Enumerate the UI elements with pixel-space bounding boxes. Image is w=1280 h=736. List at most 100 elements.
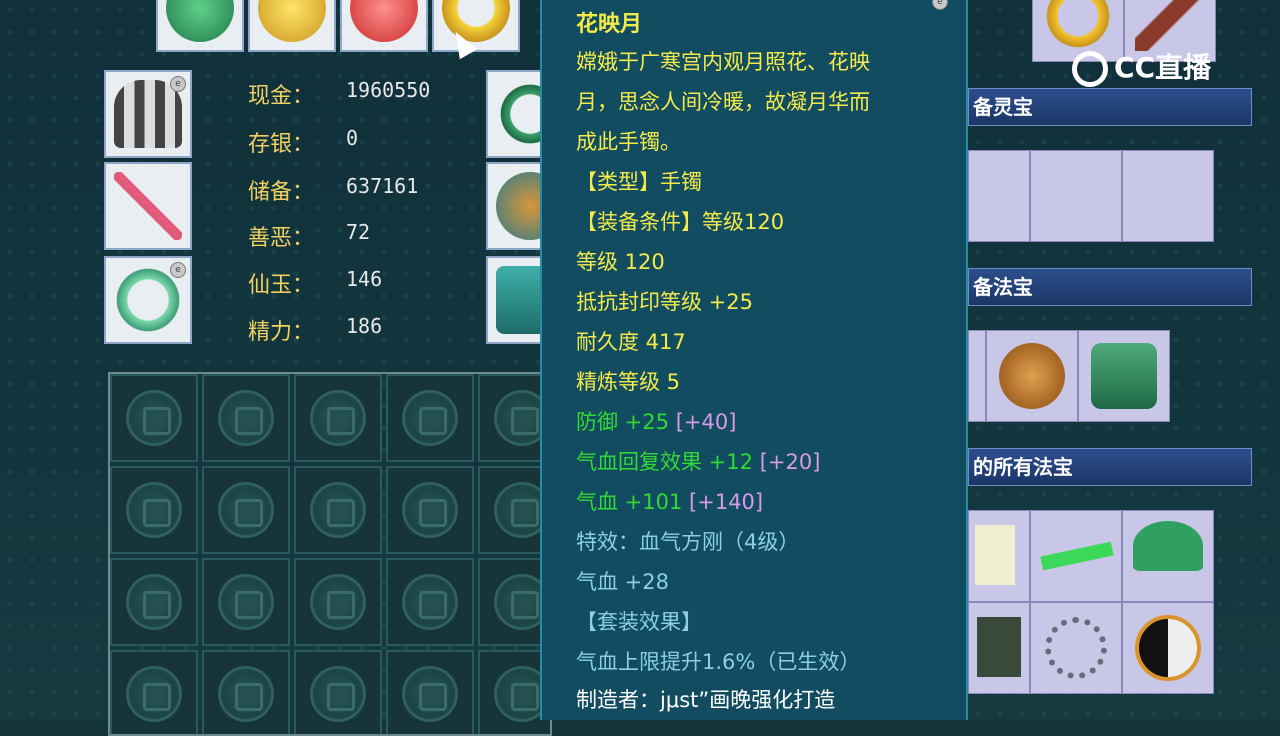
gold-beads-icon [1043, 0, 1113, 51]
bronze-drum-icon [999, 343, 1065, 409]
green-bar-icon [1040, 541, 1114, 571]
empty-slot-icon [310, 482, 366, 538]
all-fabao-slot[interactable] [1030, 602, 1122, 694]
inventory-cell[interactable] [386, 650, 474, 734]
empty-slot-icon [218, 482, 274, 538]
item-type: 【类型】手镯 [576, 170, 702, 194]
yin-yang-scroll-icon [1135, 615, 1201, 681]
empty-slot-icon [402, 666, 458, 722]
stat-value: 146 [346, 267, 383, 291]
fabao-slot[interactable] [968, 330, 986, 422]
fabao-slot[interactable] [986, 330, 1078, 422]
top-item-gold-bracelet[interactable] [432, 0, 520, 52]
item-regen: 气血回复效果 +12 [+20] [576, 446, 820, 476]
item-maker: 制造者：jμst”画晚强化打造 [576, 688, 836, 712]
inventory-cell[interactable] [110, 466, 198, 554]
stat-value: 0 [346, 126, 359, 150]
inventory-cell[interactable] [386, 466, 474, 554]
inventory-cell[interactable] [202, 374, 290, 462]
inventory-cell[interactable] [294, 374, 382, 462]
stat-cash: 现金： 1960550 [248, 78, 431, 109]
stat-reserve: 储备： 637161 [248, 174, 419, 205]
item-durability: 耐久度 417 [576, 330, 686, 354]
fabao-slot[interactable] [1078, 330, 1170, 422]
empty-slot-icon [126, 666, 182, 722]
item-name: 花映月 [576, 12, 643, 37]
inventory-cell[interactable] [386, 558, 474, 646]
empty-slot-icon [402, 574, 458, 630]
jade-bracelet-icon [114, 266, 182, 334]
empty-slot-icon [402, 482, 458, 538]
all-fabao-slot[interactable] [1030, 510, 1122, 602]
equip-slot-bracelet[interactable]: e [104, 256, 192, 344]
banner-all-fabao: 的所有法宝 [968, 448, 1252, 486]
prayer-beads-icon [1045, 617, 1107, 679]
item-desc-line: 嫦娥于广寒宫内观月照花、花映 [576, 50, 870, 74]
hp-value: 气血 +101 [576, 490, 683, 514]
inventory-cell[interactable] [110, 374, 198, 462]
empty-slot-icon [310, 574, 366, 630]
lingbao-slot[interactable] [1030, 150, 1122, 242]
inventory-cell[interactable] [110, 650, 198, 734]
regen-value: 气血回复效果 +12 [576, 450, 753, 474]
inventory-cell[interactable] [110, 558, 198, 646]
cc-logo-icon [1072, 51, 1108, 87]
helmet-icon [114, 80, 182, 148]
set-effect: 气血上限提升1.6%（已生效） [576, 650, 861, 674]
item-tooltip: e 花映月 嫦娥于广寒宫内观月照花、花映 月，思念人间冷暖，故凝月华而 成此手镯… [540, 0, 968, 720]
regen-bonus: [+20] [759, 450, 821, 474]
item-hp: 气血 +101 [+140] [576, 486, 763, 516]
top-item-red-gem[interactable] [340, 0, 428, 52]
stat-jade: 仙玉： 146 [248, 267, 383, 298]
inventory-cell[interactable] [294, 466, 382, 554]
empty-slot-icon [126, 482, 182, 538]
inventory-cell[interactable] [386, 374, 474, 462]
green-jade-icon [166, 0, 234, 42]
empty-slot-icon [218, 574, 274, 630]
empty-slot-icon [218, 666, 274, 722]
equip-slot-weapon[interactable] [104, 162, 192, 250]
inventory-cell[interactable] [202, 466, 290, 554]
item-hp2: 气血 +28 [576, 570, 669, 594]
empty-slot-icon [402, 390, 458, 446]
green-umbrella-icon [1133, 521, 1203, 571]
banner-lingbao: 备灵宝 [968, 88, 1252, 126]
empty-slot-icon [310, 390, 366, 446]
item-desc-line: 成此手镯。 [576, 130, 681, 154]
lingbao-slot[interactable] [1122, 150, 1214, 242]
top-item-green-jade[interactable] [156, 0, 244, 52]
empty-slot-icon [310, 666, 366, 722]
stat-value: 637161 [346, 174, 419, 198]
hp-bonus: [+140] [689, 490, 764, 514]
empty-slot-icon [126, 574, 182, 630]
item-resist: 抵抗封印等级 +25 [576, 290, 753, 314]
stat-value: 72 [346, 220, 371, 244]
empty-slot-icon [126, 390, 182, 446]
stat-karma: 善恶： 72 [248, 220, 371, 251]
lock-icon: e [932, 0, 948, 10]
item-desc-line: 月，思念人间冷暖，故凝月华而 [576, 90, 870, 114]
inventory-cell[interactable] [294, 650, 382, 734]
lingbao-slot[interactable] [968, 150, 1030, 242]
empty-slot-icon [218, 390, 274, 446]
equip-slot-helmet[interactable]: e [104, 70, 192, 158]
item-requirement: 【装备条件】等级120 [576, 210, 785, 234]
all-fabao-slot[interactable] [968, 602, 1030, 694]
defense-bonus: [+40] [675, 410, 737, 434]
lock-icon: e [170, 76, 186, 92]
stat-savings: 存银： 0 [248, 126, 359, 157]
stat-value: 186 [346, 314, 383, 338]
inventory-cell[interactable] [294, 558, 382, 646]
top-item-gold-nugget[interactable] [248, 0, 336, 52]
inventory-cell[interactable] [202, 558, 290, 646]
red-gem-icon [350, 0, 418, 42]
inventory-cell[interactable] [202, 650, 290, 734]
all-fabao-slot[interactable] [1122, 602, 1214, 694]
lock-icon: e [170, 262, 186, 278]
all-fabao-slot[interactable] [968, 510, 1030, 602]
scepter-icon [1135, 0, 1205, 51]
paper-doll-icon [975, 525, 1015, 585]
defense-value: 防御 +25 [576, 410, 669, 434]
banner-fabao: 备法宝 [968, 268, 1252, 306]
all-fabao-slot[interactable] [1122, 510, 1214, 602]
